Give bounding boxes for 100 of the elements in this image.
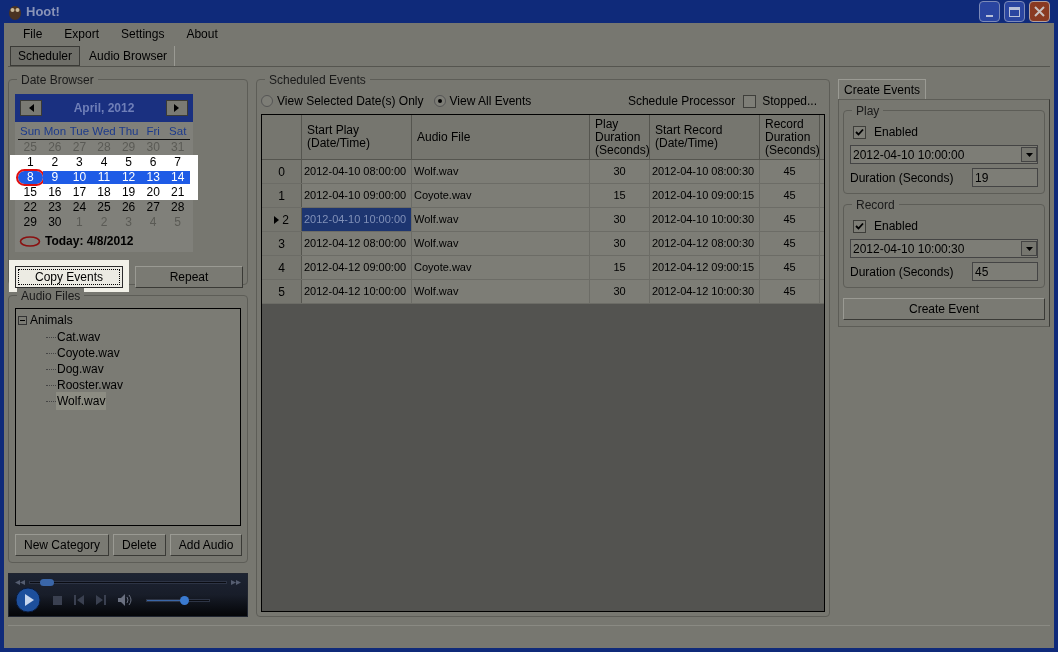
fast-forward-icon[interactable] [231, 579, 241, 585]
day-cell[interactable]: 20 [140, 186, 166, 199]
collapse-icon[interactable] [18, 315, 27, 325]
table-cell: 2012-04-10 09:00:00 [302, 184, 412, 207]
audio-action-button[interactable]: Delete [113, 534, 166, 556]
checkbox[interactable] [853, 125, 866, 139]
row-header[interactable]: 3 [262, 232, 302, 255]
tree-file[interactable]: Dog.wav [56, 360, 105, 378]
row-header[interactable]: 5 [262, 280, 302, 303]
owl-icon [8, 3, 22, 20]
menu-item[interactable]: Settings [121, 25, 165, 43]
audio-action-button[interactable]: New Category [15, 534, 110, 556]
datetime-dropdown[interactable]: 2012-04-10 10:00:30 [850, 239, 1038, 258]
tree-file[interactable]: Wolf.wav [56, 392, 107, 410]
day-cell[interactable]: 26 [116, 201, 141, 214]
day-cell[interactable]: 15 [18, 186, 43, 199]
week-row[interactable]: 22 23 24 25 26 27 28 [10, 200, 198, 215]
close-button[interactable] [1029, 1, 1050, 22]
create-event-button[interactable]: Create Event [843, 298, 1045, 320]
table-cell: 45 [760, 184, 820, 207]
week-row[interactable]: 8 9 10 11 12 13 14 [10, 170, 198, 185]
week-row[interactable]: 15 16 17 18 19 20 21 [10, 185, 198, 200]
seek-thumb[interactable] [39, 578, 54, 586]
group-title: Play [852, 103, 884, 119]
day-cell[interactable]: 10 [67, 171, 92, 184]
day-cell[interactable]: 28 [165, 201, 190, 214]
day-cell[interactable]: 30 [42, 216, 68, 229]
day-cell[interactable]: 23 [42, 201, 68, 214]
next-month-button[interactable] [166, 100, 188, 116]
day-cell[interactable]: 21 [165, 186, 190, 199]
tab[interactable]: Audio Browser [82, 46, 176, 66]
row-header[interactable]: 2 [262, 208, 302, 231]
rewind-icon[interactable] [15, 579, 25, 585]
column-header[interactable]: Record Duration (Seconds) [760, 115, 820, 159]
play-button-icon[interactable] [15, 587, 41, 613]
day-cell[interactable]: 14 [165, 171, 190, 184]
maximize-button[interactable] [1004, 1, 1025, 22]
volume-thumb[interactable] [180, 595, 190, 605]
day-cell[interactable]: 13 [140, 171, 166, 184]
table-cell: 2012-04-10 08:00:00 [302, 160, 412, 183]
duration-field[interactable]: 45 [972, 262, 1038, 281]
menu-item[interactable]: Export [64, 25, 100, 43]
checkbox[interactable] [743, 94, 757, 108]
row-header[interactable]: 1 [262, 184, 302, 207]
day-cell[interactable]: 17 [67, 186, 92, 199]
day-cell[interactable]: 7 [165, 156, 190, 169]
tab[interactable]: Scheduler [10, 46, 81, 66]
menu-item[interactable]: About [186, 25, 218, 43]
day-cell[interactable]: 22 [18, 201, 43, 214]
menu-item[interactable]: File [23, 25, 43, 43]
day-cell[interactable]: 16 [42, 186, 68, 199]
table-cell: 2012-04-12 10:00:30 [650, 280, 760, 303]
checkmark-icon [855, 127, 864, 137]
radio-button[interactable] [433, 95, 446, 107]
column-header[interactable]: Start Play (Date/Time) [302, 115, 412, 159]
column-header[interactable]: Start Record (Date/Time) [650, 115, 760, 159]
column-header[interactable]: Audio File [412, 115, 590, 159]
row-header[interactable]: 4 [262, 256, 302, 279]
copy-events-button[interactable]: Copy Events [15, 266, 123, 288]
weekday-label: Mon [42, 124, 68, 139]
table-cell: Wolf.wav [412, 208, 590, 231]
day-cell[interactable]: 25 [91, 201, 117, 214]
table-cell: Coyote.wav [412, 184, 590, 207]
left-triangle-icon [28, 104, 34, 112]
audio-action-button[interactable]: Add Audio [169, 534, 243, 556]
datetime-dropdown[interactable]: 2012-04-10 10:00:00 [850, 145, 1038, 164]
repeat-button[interactable]: Repeat [135, 266, 243, 288]
day-cell[interactable]: 18 [91, 186, 117, 199]
column-header[interactable]: Play Duration (Seconds) [590, 115, 650, 159]
minimize-button[interactable] [979, 1, 1000, 22]
speaker-icon[interactable] [118, 594, 134, 606]
row-header[interactable]: 0 [262, 160, 302, 183]
duration-field[interactable]: 19 [972, 168, 1038, 187]
day-cell[interactable]: 1 [18, 156, 43, 169]
day-cell[interactable]: 24 [67, 201, 92, 214]
tree-file[interactable]: Cat.wav [56, 328, 102, 346]
table-cell: 2012-04-12 08:00:30 [650, 232, 760, 255]
day-cell[interactable]: 6 [140, 156, 166, 169]
tree-folder[interactable]: Animals [30, 311, 73, 329]
day-cell[interactable]: 19 [116, 186, 141, 199]
day-cell[interactable]: 12 [116, 171, 141, 184]
radio-button[interactable] [261, 95, 273, 107]
day-cell[interactable]: 11 [91, 171, 117, 184]
day-cell[interactable]: 2 [42, 156, 68, 169]
create-events-tab[interactable]: Create Events [838, 79, 927, 99]
day-cell[interactable]: 8 [18, 171, 43, 184]
table-cell: Wolf.wav [412, 280, 590, 303]
day-cell[interactable]: 3 [67, 156, 92, 169]
table-cell: 45 [760, 256, 820, 279]
day-cell[interactable]: 4 [91, 156, 117, 169]
previous-month-button[interactable] [20, 100, 42, 116]
day-cell[interactable]: 27 [140, 201, 166, 214]
day-cell[interactable]: 9 [42, 171, 68, 184]
tree-file[interactable]: Coyote.wav [56, 344, 121, 362]
week-row[interactable]: 1 2 3 4 5 6 7 [10, 155, 198, 170]
tree-file[interactable]: Rooster.wav [56, 376, 125, 394]
weekday-label: Tue [68, 124, 91, 139]
checkbox[interactable] [853, 219, 866, 233]
day-cell[interactable]: 29 [18, 216, 43, 229]
day-cell[interactable]: 5 [116, 156, 141, 169]
